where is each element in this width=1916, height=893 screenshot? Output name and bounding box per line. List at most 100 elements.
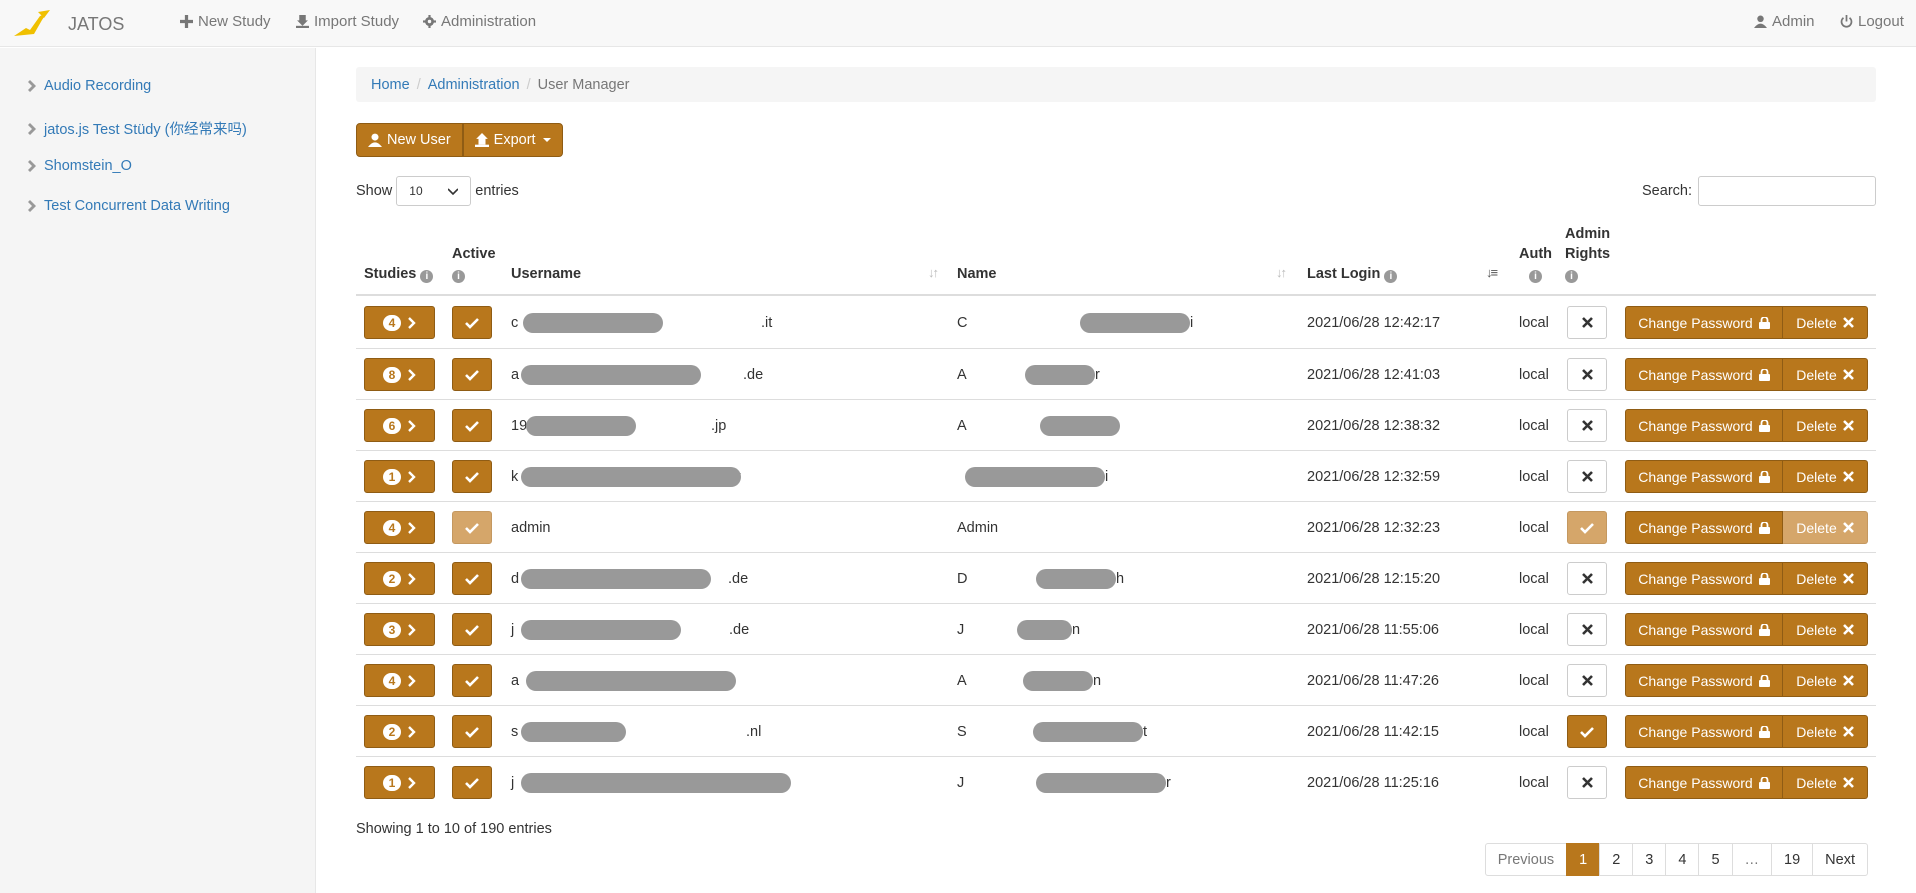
new-study-link[interactable]: New Study <box>180 13 271 30</box>
redaction <box>526 670 736 691</box>
admin-rights-toggle[interactable] <box>1567 715 1607 748</box>
sidebar-item-jatos-test-study[interactable]: jatos.js Test Stüdy (你经常来吗) <box>28 118 247 139</box>
active-toggle[interactable] <box>452 306 492 339</box>
admin-rights-toggle[interactable] <box>1567 664 1607 697</box>
entries-select[interactable]: 10 <box>396 176 472 206</box>
user-studies-button[interactable]: 4 <box>364 511 435 544</box>
active-toggle[interactable] <box>452 358 492 391</box>
actions-cell: Change Password Delete <box>1625 757 1868 808</box>
column-active[interactable]: Active i <box>452 244 496 284</box>
import-study-link[interactable]: Import Study <box>296 13 399 30</box>
delete-button[interactable]: Delete <box>1783 766 1868 799</box>
username-prefix: a <box>511 366 520 383</box>
pagination-page-3[interactable]: 3 <box>1632 843 1667 876</box>
admin-rights-toggle[interactable] <box>1567 613 1607 646</box>
actions-cell: Change Password Delete <box>1625 297 1868 348</box>
check-icon <box>465 675 479 687</box>
column-username[interactable]: Username <box>511 264 581 284</box>
admin-rights-toggle[interactable] <box>1567 766 1607 799</box>
active-toggle[interactable] <box>452 562 492 595</box>
pagination-page-5[interactable]: 5 <box>1698 843 1733 876</box>
delete-button[interactable]: Delete <box>1783 460 1868 493</box>
delete-button[interactable]: Delete <box>1783 664 1868 697</box>
delete-button[interactable]: Delete <box>1783 715 1868 748</box>
change-password-button[interactable]: Change Password <box>1625 409 1783 442</box>
times-icon <box>1581 317 1593 328</box>
user-studies-button[interactable]: 2 <box>364 562 435 595</box>
change-password-button[interactable]: Change Password <box>1625 664 1783 697</box>
change-password-button[interactable]: Change Password <box>1625 766 1783 799</box>
delete-button[interactable]: Delete <box>1783 358 1868 391</box>
breadcrumb-home[interactable]: Home <box>371 77 410 93</box>
user-studies-button[interactable]: 3 <box>364 613 435 646</box>
pagination-page-4[interactable]: 4 <box>1665 843 1700 876</box>
user-studies-button[interactable]: 8 <box>364 358 435 391</box>
user-studies-button[interactable]: 1 <box>364 766 435 799</box>
pagination-next[interactable]: Next <box>1812 843 1868 876</box>
user-studies-button[interactable]: 2 <box>364 715 435 748</box>
column-studies[interactable]: Studies i <box>364 264 434 284</box>
username-prefix: j <box>511 774 515 791</box>
admin-rights-toggle[interactable] <box>1567 460 1607 493</box>
search-input[interactable] <box>1698 176 1876 206</box>
pagination-page-2[interactable]: 2 <box>1599 843 1634 876</box>
pagination-page-19[interactable]: 19 <box>1771 843 1814 876</box>
admin-rights-toggle[interactable] <box>1567 358 1607 391</box>
change-password-label: Change Password <box>1638 621 1753 638</box>
delete-button[interactable]: Delete <box>1783 613 1868 646</box>
sort-icon[interactable]: ↓↑ <box>928 265 939 280</box>
delete-button[interactable]: Delete <box>1783 562 1868 595</box>
export-button[interactable]: Export <box>462 123 563 157</box>
active-toggle[interactable] <box>452 715 492 748</box>
active-toggle[interactable] <box>452 664 492 697</box>
delete-button[interactable]: Delete <box>1783 306 1868 339</box>
username-cell: jde <box>511 757 951 808</box>
pagination-page-1[interactable]: 1 <box>1566 843 1601 876</box>
admin-rights-toggle[interactable] <box>1567 306 1607 339</box>
change-password-button[interactable]: Change Password <box>1625 358 1783 391</box>
table-row: 4 admin Admin 2021/06/28 12:32:23 local Chang… <box>356 501 1876 552</box>
user-icon <box>368 133 382 147</box>
column-admin-rights[interactable]: Admin Rights i <box>1565 224 1610 284</box>
column-name[interactable]: Name <box>957 264 997 284</box>
user-menu-link[interactable]: Admin <box>1754 13 1815 30</box>
admin-rights-toggle[interactable] <box>1567 562 1607 595</box>
breadcrumb: Home / Administration / User Manager <box>356 67 1876 102</box>
column-auth[interactable]: Auth i <box>1519 244 1552 284</box>
user-studies-button[interactable]: 1 <box>364 460 435 493</box>
power-icon <box>1840 15 1853 28</box>
change-password-button[interactable]: Change Password <box>1625 562 1783 595</box>
import-study-label: Import Study <box>314 13 400 30</box>
administration-link[interactable]: Administration <box>423 13 536 30</box>
user-studies-button[interactable]: 4 <box>364 306 435 339</box>
studies-count-badge: 6 <box>382 417 402 434</box>
active-toggle[interactable] <box>452 766 492 799</box>
user-studies-button[interactable]: 6 <box>364 409 435 442</box>
change-password-button[interactable]: Change Password <box>1625 306 1783 339</box>
active-toggle[interactable] <box>452 460 492 493</box>
sidebar-item-shomstein[interactable]: Shomstein_O <box>28 158 132 174</box>
admin-rights-toggle[interactable] <box>1567 409 1607 442</box>
change-password-button[interactable]: Change Password <box>1625 511 1783 544</box>
breadcrumb-administration[interactable]: Administration <box>428 77 520 93</box>
sort-desc-icon[interactable]: ↓≡ <box>1486 265 1498 280</box>
new-user-button[interactable]: New User <box>356 123 463 157</box>
table-row: 3 j .de Jn 2021/06/28 11:55:06 local Change Pa… <box>356 603 1876 654</box>
sidebar-item-audio-recording[interactable]: Audio Recording <box>28 78 151 94</box>
sort-icon[interactable]: ↓↑ <box>1276 265 1287 280</box>
pagination-previous[interactable]: Previous <box>1484 843 1568 876</box>
name-suffix: h <box>1116 570 1125 587</box>
delete-button[interactable]: Delete <box>1783 409 1868 442</box>
logout-link[interactable]: Logout <box>1840 13 1904 30</box>
change-password-button[interactable]: Change Password <box>1625 715 1783 748</box>
name-suffix: t <box>1143 723 1148 740</box>
active-toggle[interactable] <box>452 613 492 646</box>
active-toggle[interactable] <box>452 409 492 442</box>
column-last-login[interactable]: Last Login i <box>1307 264 1398 284</box>
change-password-button[interactable]: Change Password <box>1625 460 1783 493</box>
change-password-button[interactable]: Change Password <box>1625 613 1783 646</box>
user-studies-button[interactable]: 4 <box>364 664 435 697</box>
sidebar-item-test-concurrent[interactable]: Test Concurrent Data Writing <box>28 198 230 214</box>
brand[interactable]: JATOS <box>12 10 124 38</box>
delete-label: Delete <box>1796 570 1837 587</box>
